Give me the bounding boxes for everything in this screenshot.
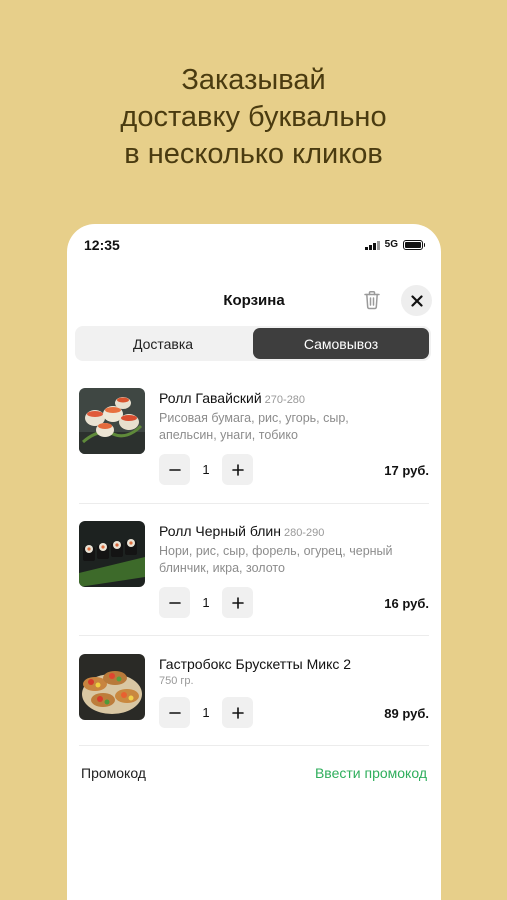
- item-title: Гастробокс Брускетты Микс 2: [159, 656, 352, 672]
- item-price: 17 руб.: [384, 463, 429, 478]
- divider: [79, 503, 429, 504]
- quantity-value: 1: [202, 462, 210, 477]
- divider: [79, 745, 429, 746]
- item-name: Ролл Гавайский 270-280: [159, 390, 305, 406]
- headline-line-2: доставку буквально: [120, 101, 387, 133]
- close-icon: [410, 294, 423, 307]
- increase-button[interactable]: [222, 454, 253, 485]
- divider: [79, 635, 429, 636]
- cart-item: Гастробокс Брускетты Микс 2 750 гр. 1 89…: [79, 654, 429, 734]
- cart-title: Корзина: [223, 292, 285, 309]
- plus-icon: [231, 596, 244, 609]
- quantity-stepper: 1: [159, 587, 253, 618]
- status-time: 12:35: [84, 237, 120, 253]
- decrease-button[interactable]: [159, 454, 190, 485]
- increase-button[interactable]: [222, 697, 253, 728]
- enter-promo-link[interactable]: Ввести промокод: [315, 765, 427, 781]
- plus-icon: [231, 463, 244, 476]
- decrease-button[interactable]: [159, 697, 190, 728]
- item-description: Нори, рис, сыр, форель, огурец, черный б…: [159, 544, 393, 575]
- battery-icon: [403, 239, 425, 250]
- delivery-mode-switch: Доставка Самовывоз: [75, 326, 431, 361]
- headline-line-1: Заказывай: [181, 64, 326, 96]
- item-description: Рисовая бумага, рис, угорь, сыр, апельси…: [159, 411, 349, 442]
- item-title: Ролл Черный блин: [159, 523, 281, 539]
- plus-icon: [231, 706, 244, 719]
- item-image: [79, 654, 145, 720]
- item-price: 16 руб.: [384, 596, 429, 611]
- close-button[interactable]: [401, 285, 432, 316]
- phone-screen: 12:35 5G Корзина Доставка Самовывоз Ролл…: [67, 224, 441, 900]
- quantity-stepper: 1: [159, 697, 253, 728]
- tab-pickup[interactable]: Самовывоз: [253, 328, 429, 359]
- item-image: [79, 388, 145, 454]
- item-price: 89 руб.: [384, 706, 429, 721]
- cart-item: Ролл Черный блин 280-290 Нори, рис, сыр, …: [79, 521, 429, 631]
- promo-label: Промокод: [81, 765, 146, 781]
- headline-line-3: в несколько кликов: [124, 138, 383, 170]
- item-name: Ролл Черный блин 280-290: [159, 523, 324, 539]
- cart-item: Ролл Гавайский 270-280 Рисовая бумага, ри…: [79, 388, 429, 498]
- trash-icon[interactable]: [363, 290, 381, 310]
- signal-icon: [365, 240, 380, 250]
- decrease-button[interactable]: [159, 587, 190, 618]
- network-label: 5G: [384, 239, 398, 250]
- item-weight: 750 гр.: [159, 675, 194, 687]
- quantity-stepper: 1: [159, 454, 253, 485]
- quantity-value: 1: [202, 705, 210, 720]
- minus-icon: [168, 468, 181, 471]
- promo-headline: Заказывай доставку буквально в несколько…: [0, 62, 507, 173]
- status-icons: 5G: [365, 239, 425, 250]
- increase-button[interactable]: [222, 587, 253, 618]
- status-bar: 12:35 5G: [67, 224, 441, 268]
- item-weight: 280-290: [283, 527, 325, 539]
- item-image: [79, 521, 145, 587]
- quantity-value: 1: [202, 595, 210, 610]
- minus-icon: [168, 711, 181, 714]
- item-name: Гастробокс Брускетты Микс 2: [159, 656, 351, 672]
- item-weight: 270-280: [264, 394, 306, 406]
- minus-icon: [168, 601, 181, 604]
- item-title: Ролл Гавайский: [159, 390, 262, 406]
- tab-delivery[interactable]: Доставка: [75, 326, 251, 361]
